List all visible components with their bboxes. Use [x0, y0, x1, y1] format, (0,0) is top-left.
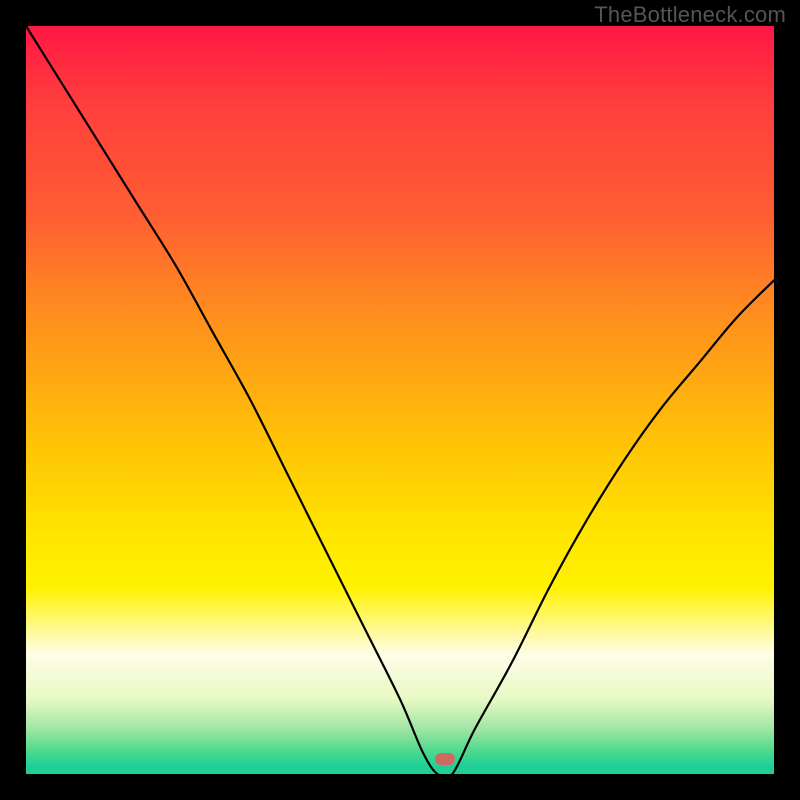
curve-path [26, 26, 774, 778]
watermark-text: TheBottleneck.com [594, 2, 786, 28]
plot-container [26, 26, 774, 774]
chart-frame: TheBottleneck.com [0, 0, 800, 800]
optimal-point-marker [435, 753, 455, 765]
bottleneck-curve [26, 26, 774, 774]
